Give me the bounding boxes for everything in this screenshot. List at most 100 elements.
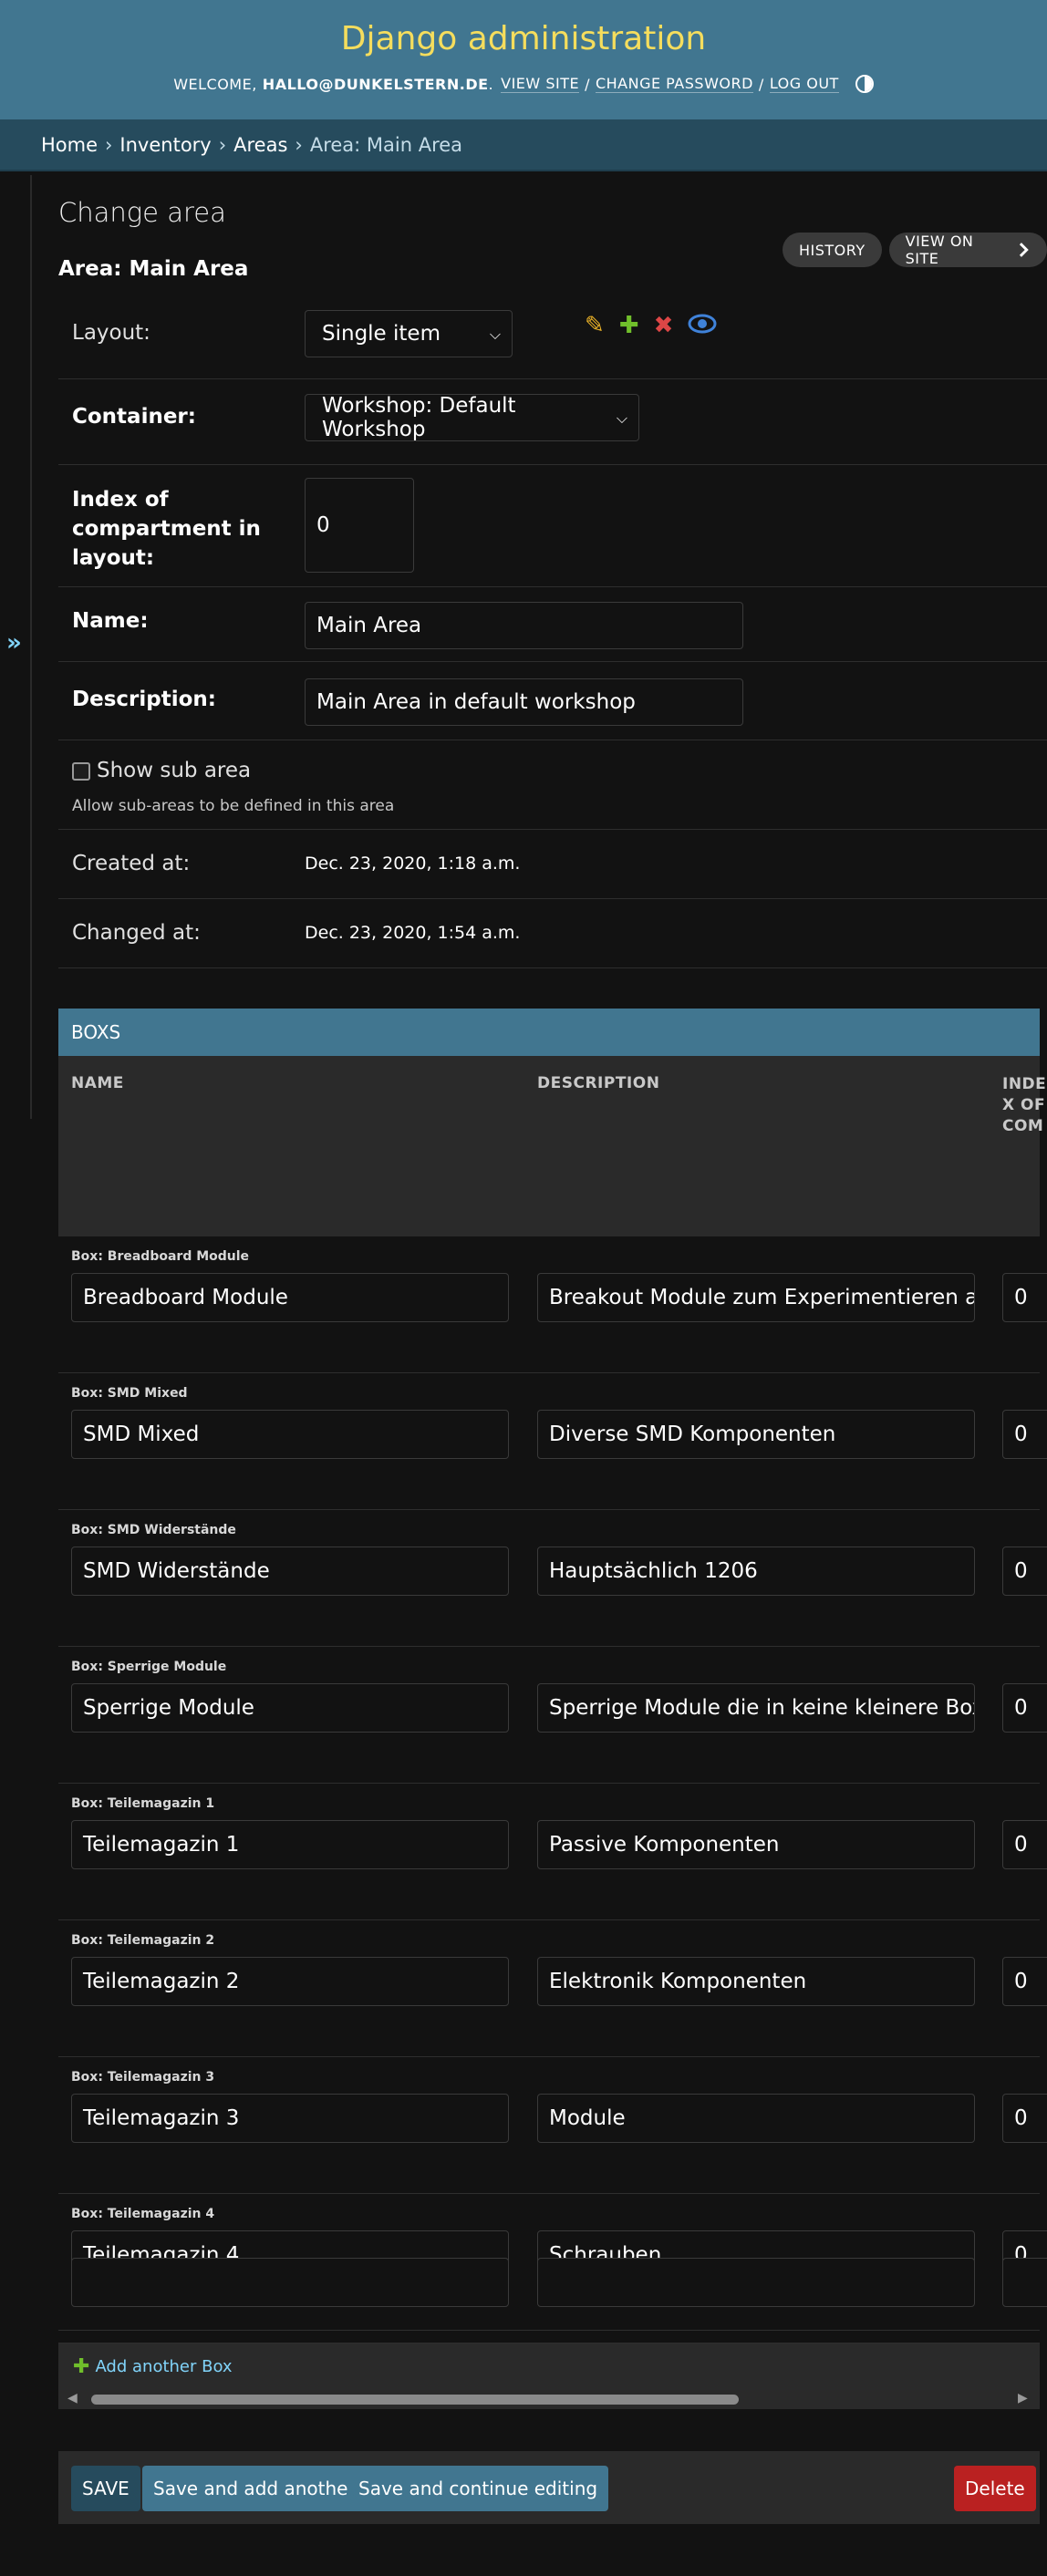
sidebar-divider	[30, 175, 32, 1119]
plus-icon[interactable]: ✚	[619, 312, 639, 339]
name-input[interactable]: Main Area	[305, 602, 743, 649]
horizontal-scrollbar[interactable]: ◀ ▶	[58, 2389, 1040, 2409]
breadcrumb-areas[interactable]: Areas	[233, 134, 287, 156]
name-label: Name:	[72, 609, 149, 633]
description-input[interactable]: Main Area in default workshop	[305, 678, 743, 726]
object-tools: HISTORY VIEW ON SITE	[783, 233, 1047, 267]
index-input[interactable]: 0	[305, 478, 414, 573]
table-row: Box: SMD Mixed SMD Mixed Diverse SMD Kompo…	[58, 1373, 1047, 1510]
index-label: Index of compartment in layout:	[72, 488, 261, 570]
box-name-input[interactable]: Sperrige Module	[71, 1683, 509, 1733]
show-sub-area-help: Allow sub-areas to be defined in this ar…	[72, 797, 395, 815]
box-description-input[interactable]: Passive Komponenten	[537, 1820, 975, 1869]
layout-select[interactable]: Single item ⌵	[305, 310, 513, 357]
show-sub-area-checkbox[interactable]	[72, 762, 90, 781]
index-row: Index of compartment in layout: 0	[58, 465, 1047, 587]
table-row: Box: Teilemagazin 1 Teilemagazin 1 Passive…	[58, 1784, 1047, 1920]
object-title: Area: Main Area	[58, 257, 249, 281]
chevron-down-icon: ⌵	[616, 409, 627, 427]
scroll-left-icon[interactable]: ◀	[67, 2391, 78, 2405]
name-row: Name: Main Area	[58, 587, 1047, 662]
container-label: Container:	[72, 405, 196, 429]
chevron-right-icon	[1020, 243, 1030, 257]
box-index-input[interactable]: 0	[1002, 2094, 1047, 2143]
save-add-another-button[interactable]: Save and add another	[142, 2466, 367, 2511]
box-description-input[interactable]: Sperrige Module die in keine kleinere Bo…	[537, 1683, 975, 1733]
contrast-icon[interactable]	[855, 75, 874, 93]
delete-button[interactable]: Delete	[954, 2466, 1036, 2511]
box-name-input[interactable]: Teilemagazin 2	[71, 1957, 509, 2006]
col-name: NAME	[71, 1074, 124, 1092]
double-chevron-right-icon[interactable]: »	[6, 629, 22, 657]
row-caption: Box: Teilemagazin 1	[71, 1796, 215, 1811]
container-select[interactable]: Workshop: Default Workshop ⌵	[305, 394, 639, 441]
box-index-input[interactable]: 0	[1002, 1547, 1047, 1596]
box-name-input[interactable]: Breadboard Module	[71, 1273, 509, 1322]
add-another-box-link[interactable]: ✚ Add another Box	[58, 2343, 1040, 2389]
created-row: Created at: Dec. 23, 2020, 1:18 a.m.	[58, 830, 1047, 899]
boxs-inline: BOXS NAME DESCRIPTION INDEX OF COMPARTME…	[58, 1009, 1047, 2413]
view-site-link[interactable]: VIEW SITE	[501, 75, 580, 93]
row-caption: Box: SMD Widerstände	[71, 1523, 236, 1537]
breadcrumb-current: Area: Main Area	[309, 133, 463, 156]
changed-label: Changed at:	[72, 921, 201, 945]
box-description-input[interactable]: Diverse SMD Komponenten	[537, 1410, 975, 1459]
row-caption: Box: Breadboard Module	[71, 1249, 250, 1264]
box-description-input[interactable]: Elektronik Komponenten	[537, 1957, 975, 2006]
box-name-input[interactable]: Teilemagazin 1	[71, 1820, 509, 1869]
breadcrumb-home[interactable]: Home	[41, 134, 98, 156]
history-button[interactable]: HISTORY	[783, 233, 882, 267]
save-continue-button[interactable]: Save and continue editing	[347, 2466, 609, 2511]
breadcrumb: Home › Inventory › Areas › Area: Main Ar…	[0, 119, 1047, 171]
pencil-icon[interactable]: ✎	[585, 312, 605, 339]
row-caption: Box: SMD Mixed	[71, 1386, 188, 1401]
box-description-input[interactable]: Breakout Module zum Experimentieren auf	[537, 1273, 975, 1322]
show-sub-area-row: Show sub area Allow sub-areas to be defi…	[58, 740, 1047, 830]
description-label: Description:	[72, 688, 216, 711]
close-icon[interactable]: ✖	[654, 312, 674, 339]
box-index-input[interactable]: 0	[1002, 1273, 1047, 1322]
box-name-input[interactable]: SMD Widerstände	[71, 1547, 509, 1596]
submit-row: SAVE Save and add another Save and conti…	[58, 2451, 1040, 2524]
breadcrumb-inventory[interactable]: Inventory	[119, 134, 211, 156]
scrollbar-thumb[interactable]	[91, 2395, 739, 2405]
row-caption: Box: Teilemagazin 3	[71, 2070, 215, 2085]
username: HALLO@DUNKELSTERN.DE	[262, 75, 489, 93]
box-index-input[interactable]: 0	[1002, 1820, 1047, 1869]
eye-icon[interactable]	[688, 312, 717, 336]
container-row: Container: Workshop: Default Workshop ⌵	[58, 379, 1047, 465]
show-sub-area-label[interactable]: Show sub area	[97, 759, 251, 782]
log-out-link[interactable]: LOG OUT	[769, 75, 839, 93]
table-row: Box: Breadboard Module Breadboard Module B…	[58, 1236, 1047, 1373]
layout-row: Layout: Single item ⌵ ✎ ✚ ✖	[58, 294, 1047, 379]
col-description: DESCRIPTION	[537, 1074, 660, 1092]
box-description-input[interactable]: Hauptsächlich 1206	[537, 1547, 975, 1596]
box-index-input[interactable]: 0	[1002, 1683, 1047, 1733]
box-description-input[interactable]: Module	[537, 2094, 975, 2143]
chevron-down-icon: ⌵	[489, 326, 501, 343]
inline-header: BOXS	[58, 1009, 1040, 1056]
empty-name-input[interactable]	[71, 2258, 509, 2307]
box-index-input[interactable]: 0	[1002, 1957, 1047, 2006]
box-index-input[interactable]: 0	[1002, 1410, 1047, 1459]
col-index: INDEX OF COMPARTMENT IN LAYOUT	[1002, 1075, 1047, 1134]
save-button[interactable]: SAVE	[71, 2466, 140, 2511]
row-caption: Box: Teilemagazin 4	[71, 2207, 215, 2221]
empty-description-input[interactable]	[537, 2258, 975, 2307]
changed-value: Dec. 23, 2020, 1:54 a.m.	[305, 923, 521, 943]
created-label: Created at:	[72, 852, 191, 875]
changed-row: Changed at: Dec. 23, 2020, 1:54 a.m.	[58, 899, 1047, 968]
table-row: Box: Teilemagazin 3 Teilemagazin 3 Module 0	[58, 2057, 1047, 2194]
created-value: Dec. 23, 2020, 1:18 a.m.	[305, 853, 521, 874]
box-name-input[interactable]: Teilemagazin 3	[71, 2094, 509, 2143]
scroll-right-icon[interactable]: ▶	[1018, 2391, 1028, 2405]
user-tools: WELCOME, HALLO@DUNKELSTERN.DE. VIEW SITE…	[0, 75, 1047, 93]
empty-index-input[interactable]	[1002, 2258, 1047, 2307]
change-password-link[interactable]: CHANGE PASSWORD	[595, 75, 753, 93]
empty-row	[58, 2230, 1047, 2343]
row-caption: Box: Teilemagazin 2	[71, 1933, 215, 1948]
table-row: Box: Sperrige Module Sperrige Module Sperr…	[58, 1647, 1047, 1784]
view-on-site-button[interactable]: VIEW ON SITE	[888, 233, 1047, 267]
site-name[interactable]: Django administration	[0, 20, 1047, 57]
box-name-input[interactable]: SMD Mixed	[71, 1410, 509, 1459]
